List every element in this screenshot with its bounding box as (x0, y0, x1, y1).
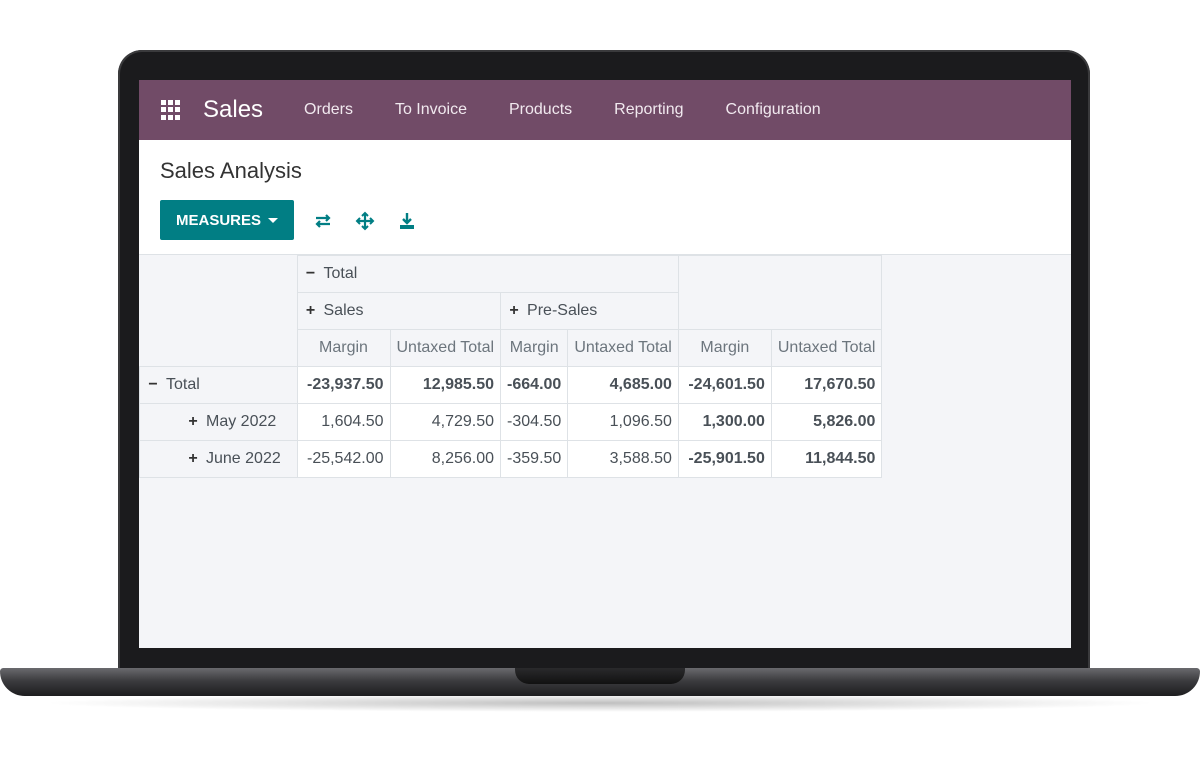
row-header-may-2022[interactable]: + May 2022 (139, 403, 298, 441)
measures-label: MEASURES (175, 211, 261, 229)
laptop-notch (515, 668, 685, 684)
screen: Sales Orders To Invoice Products Reporti… (139, 80, 1071, 648)
col-header-total[interactable]: − Total (296, 255, 679, 293)
top-navbar: Sales Orders To Invoice Products Reporti… (139, 80, 1071, 140)
menu-configuration[interactable]: Configuration (726, 101, 821, 119)
cell[interactable]: 1,604.50 (296, 403, 391, 441)
menu-reporting[interactable]: Reporting (614, 101, 683, 119)
measure-header[interactable]: Untaxed Total (389, 329, 502, 367)
cell[interactable]: 8,256.00 (389, 440, 502, 478)
cell[interactable]: 4,685.00 (567, 366, 679, 404)
measure-header[interactable]: Margin (296, 329, 391, 367)
caret-down-icon (268, 217, 278, 223)
download-icon[interactable] (396, 210, 418, 232)
apps-grid-icon[interactable] (161, 100, 181, 120)
measure-header[interactable]: Untaxed Total (567, 329, 679, 367)
cell[interactable]: 1,300.00 (677, 403, 772, 441)
cell[interactable]: -25,542.00 (296, 440, 391, 478)
pivot-table: − Total + Sales + Pre-Sales Margin Untaxed … (139, 255, 883, 478)
page-title: Sales Analysis (160, 158, 302, 183)
app-title[interactable]: Sales (203, 96, 263, 124)
control-panel: Sales Analysis MEASURES (139, 140, 1071, 255)
cell[interactable]: -304.50 (500, 403, 569, 441)
cell[interactable]: 4,729.50 (389, 403, 502, 441)
cell[interactable]: -664.00 (500, 366, 569, 404)
cell[interactable]: 11,844.50 (770, 440, 883, 478)
menu-products[interactable]: Products (509, 101, 572, 119)
cell[interactable]: 12,985.50 (389, 366, 502, 404)
collapse-icon: − (148, 376, 158, 393)
cell[interactable]: 1,096.50 (567, 403, 679, 441)
expand-icon: + (509, 302, 519, 319)
col-header-sales[interactable]: + Sales (296, 292, 502, 330)
cell[interactable]: 3,588.50 (567, 440, 679, 478)
expand-all-icon[interactable] (354, 210, 376, 232)
expand-icon: + (305, 302, 316, 319)
pivot-corner (139, 255, 298, 367)
measure-header[interactable]: Untaxed Total (770, 329, 883, 367)
cell[interactable]: -359.50 (500, 440, 569, 478)
col-header-pre-sales[interactable]: + Pre-Sales (500, 292, 679, 330)
flip-axis-icon[interactable] (312, 210, 334, 232)
cell[interactable]: 5,826.00 (770, 403, 883, 441)
measure-header[interactable]: Margin (500, 329, 569, 367)
col-header-grand-total (677, 255, 883, 330)
cell[interactable]: 17,670.50 (770, 366, 883, 404)
expand-icon: + (188, 413, 198, 430)
measures-button[interactable]: MEASURES (160, 200, 294, 240)
table-row: + June 2022 -25,542.00 8,256.00 -359.50 3… (139, 440, 883, 478)
cell[interactable]: -24,601.50 (677, 366, 772, 404)
expand-icon: + (188, 450, 198, 467)
table-row: + May 2022 1,604.50 4,729.50 -304.50 1,09… (139, 403, 883, 441)
measure-header[interactable]: Margin (677, 329, 772, 367)
row-header-total[interactable]: − Total (139, 366, 298, 404)
cell[interactable]: -23,937.50 (296, 366, 391, 404)
table-row: − Total -23,937.50 12,985.50 -664.00 4,68… (139, 366, 883, 404)
row-header-june-2022[interactable]: + June 2022 (139, 440, 298, 478)
menu-to-invoice[interactable]: To Invoice (395, 101, 467, 119)
laptop-shadow (40, 694, 1160, 712)
collapse-icon: − (305, 265, 316, 282)
cell[interactable]: -25,901.50 (677, 440, 772, 478)
menu-orders[interactable]: Orders (304, 101, 353, 119)
